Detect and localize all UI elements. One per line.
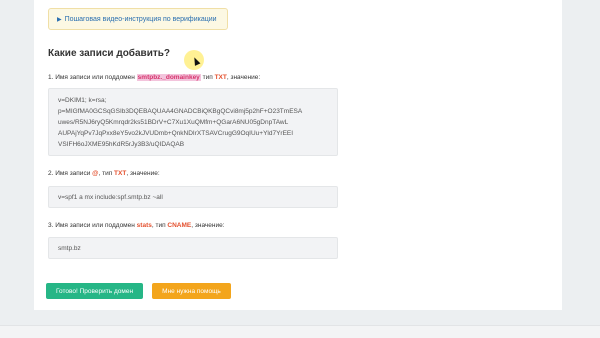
step-3-suffix: , значение: xyxy=(191,222,225,229)
cursor-arrow-icon xyxy=(191,56,201,66)
step-2-value-line: v=spf1 a mx include:spf.smtp.bz ~all xyxy=(58,194,163,201)
need-help-button[interactable]: Мне нужна помощь xyxy=(152,283,231,299)
step-2-value-box[interactable]: v=spf1 a mx include:spf.smtp.bz ~all xyxy=(48,186,338,208)
video-instruction-label: Пошаговая видео-инструкция по верификаци… xyxy=(64,15,217,23)
step-2-prefix: 2. Имя записи xyxy=(48,170,91,177)
step-3-instruction: 3. Имя записи или поддомен stats, тип CN… xyxy=(48,222,225,229)
step-1-prefix: 1. Имя записи или поддомен xyxy=(48,74,135,81)
step-3-value-line: smtp.bz xyxy=(58,245,81,252)
mouse-cursor-highlight xyxy=(184,50,204,70)
page-heading: Какие записи добавить? xyxy=(48,48,170,59)
step-1-value-line: AUPAjYqPv7JqPxx8eY5vo2kJVUDmb+QnkNDIrXTS… xyxy=(58,130,294,137)
step-3-record-type: CNAME xyxy=(167,222,192,229)
step-1-record-type: TXT xyxy=(214,74,227,81)
step-1-instruction: 1. Имя записи или поддомен smtpbz._domai… xyxy=(48,74,260,81)
step-2-suffix: , значение: xyxy=(126,170,160,177)
step-1-value-box[interactable]: v=DKIM1; k=rsa; p=MIGfMA0GCSqGSIb3DQEBAQ… xyxy=(48,88,338,156)
step-2-instruction: 2. Имя записи @, тип TXT, значение: xyxy=(48,170,160,177)
step-1-value-line: VSIFH6oJXME95hKdR5rJy3B3/uQIDAQAB xyxy=(58,141,185,148)
step-3-prefix: 3. Имя записи или поддомен xyxy=(48,222,135,229)
step-1-suffix: , значение: xyxy=(226,74,261,81)
step-3-record-name: stats xyxy=(136,222,152,229)
step-2-record-type: TXT xyxy=(114,170,127,177)
step-2-type-prefix: , тип xyxy=(98,170,113,177)
verify-domain-button[interactable]: Готово! Проверить домен xyxy=(46,283,143,299)
step-1-record-name: smtpbz._domainkey xyxy=(136,74,201,81)
play-icon: ▶ xyxy=(57,16,62,23)
footer-strip xyxy=(0,325,600,338)
step-1-type-prefix: тип xyxy=(202,74,213,81)
step-1-value-line: p=MIGfMA0GCSqGSIb3DQEBAQUAA4GNADCBiQKBgQ… xyxy=(58,108,303,115)
step-1-value-line: v=DKIM1; k=rsa; xyxy=(58,97,107,104)
step-3-type-prefix: , тип xyxy=(151,222,166,229)
step-3-value-box[interactable]: smtp.bz xyxy=(48,237,338,259)
video-instruction-link[interactable]: ▶ Пошаговая видео-инструкция по верифика… xyxy=(48,8,228,30)
step-1-value-line: uwes/R5NJ6ryQ5Kmrqdr2ks51BDrV+C7Xu1XuQMf… xyxy=(58,119,289,126)
